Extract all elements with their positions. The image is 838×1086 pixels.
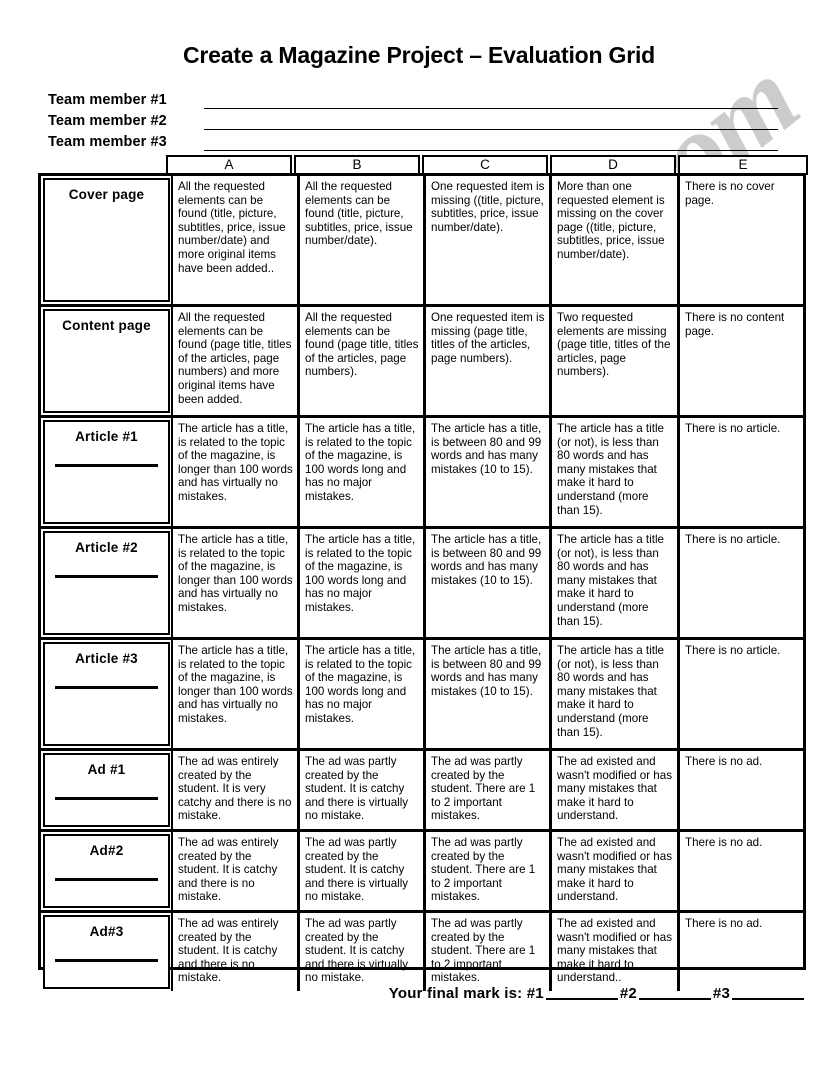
page-title: Create a Magazine Project – Evaluation G… [183,42,655,68]
grid-cell-d[interactable]: The ad existed and wasn't modified or ha… [550,913,678,991]
final-mark-label-1: #1 [526,985,544,1002]
grid-cell-b[interactable]: All the requested elements can be found … [298,176,424,304]
grid-cell-e[interactable]: There is no article. [678,640,803,748]
grid-cell-e[interactable]: There is no content page. [678,307,803,415]
grid-cell-d[interactable]: More than one requested element is missi… [550,176,678,304]
grid-column-headers: A B C D E [166,155,808,175]
team-member-label: Team member #3 [48,134,167,150]
grid-cell-e[interactable]: There is no ad. [678,832,803,910]
grid-cell-c[interactable]: One requested item is missing (page titl… [424,307,550,415]
grid-cell-a[interactable]: The ad was entirely created by the stude… [171,913,298,991]
grid-cell-a[interactable]: All the requested elements can be found … [171,176,298,304]
team-member-row: Team member #1 [48,88,778,109]
grid-row: Article #2 The article has a title, is re… [41,529,803,637]
grid-cell-b[interactable]: The ad was partly created by the student… [298,751,424,829]
grid-cell-b[interactable]: The article has a title, is related to t… [298,529,424,637]
grid-cell-c[interactable]: The article has a title, is between 80 a… [424,640,550,748]
team-member-row: Team member #3 [48,130,778,151]
grid-row-label-cell: Cover page [43,178,170,302]
grid-cell-a[interactable]: The ad was entirely created by the stude… [171,751,298,829]
final-mark-blank-2[interactable] [638,998,711,1000]
final-mark-blank-3[interactable] [732,998,804,1000]
grid-row: Content page All the requested elements c… [41,307,803,415]
grid-cell-c[interactable]: The ad was partly created by the student… [424,751,550,829]
grid-cell-d[interactable]: The article has a title (or not), is les… [550,418,678,526]
team-member-row: Team member #2 [48,109,778,130]
grid-row-write-in-line[interactable] [55,878,158,881]
grid-row: Ad#3 The ad was entirely created by the s… [41,913,803,991]
grid-row-write-in-line[interactable] [55,959,158,962]
grid-row-write-in-line[interactable] [55,797,158,800]
grid-row: Article #3 The article has a title, is re… [41,640,803,748]
grid-cell-e[interactable]: There is no cover page. [678,176,803,304]
grid-row-label: Article #3 [75,651,138,666]
final-mark-prefix: Your final mark is: [388,985,523,1002]
grid-cell-b[interactable]: The ad was partly created by the student… [298,913,424,991]
grid-row-label-cell: Article #3 [43,642,170,746]
grid-cell-d[interactable]: The article has a title (or not), is les… [550,529,678,637]
team-member-input-line[interactable] [204,114,778,130]
grid-row-label-cell: Ad#3 [43,915,170,989]
final-mark-line: Your final mark is: #1 #2 #3 [0,985,806,1002]
grid-cell-b[interactable]: The article has a title, is related to t… [298,640,424,748]
grid-cell-e[interactable]: There is no ad. [678,913,803,991]
grid-cell-d[interactable]: The ad existed and wasn't modified or ha… [550,832,678,910]
grid-cell-a[interactable]: The article has a title, is related to t… [171,640,298,748]
grid-cell-b[interactable]: All the requested elements can be found … [298,307,424,415]
grid-cell-b[interactable]: The article has a title, is related to t… [298,418,424,526]
grid-cell-e[interactable]: There is no article. [678,529,803,637]
grid-cell-a[interactable]: The article has a title, is related to t… [171,418,298,526]
column-header-e: E [678,155,808,175]
grid-row-label-cell: Ad #1 [43,753,170,827]
grid-row-write-in-line[interactable] [55,575,158,578]
final-mark-label-2: #2 [619,985,637,1002]
team-member-input-line[interactable] [204,93,778,109]
grid-row-write-in-line[interactable] [55,686,158,689]
grid-row-label: Article #2 [75,540,138,555]
grid-row-label-cell: Ad#2 [43,834,170,908]
team-member-input-line[interactable] [204,135,778,151]
grid-row: Cover page All the requested elements can… [41,176,803,304]
grid-cell-a[interactable]: All the requested elements can be found … [171,307,298,415]
grid-row-label: Ad#2 [89,843,124,858]
team-member-label: Team member #1 [48,92,167,108]
grid-row-label-cell: Article #2 [43,531,170,635]
grid-cell-d[interactable]: The ad existed and wasn't modified or ha… [550,751,678,829]
grid-cell-e[interactable]: There is no article. [678,418,803,526]
grid-cell-b[interactable]: The ad was partly created by the student… [298,832,424,910]
grid-cell-c[interactable]: The ad was partly created by the student… [424,832,550,910]
grid-cell-c[interactable]: The article has a title, is between 80 a… [424,418,550,526]
grid-cell-d[interactable]: Two requested elements are missing (page… [550,307,678,415]
grid-row-label: Content page [62,318,151,333]
column-header-c: C [422,155,548,175]
grid-row-label: Cover page [68,187,145,202]
grid-row-label: Article #1 [75,429,138,444]
team-member-block: Team member #1 Team member #2 Team membe… [48,88,778,151]
grid-row-label-cell: Article #1 [43,420,170,524]
grid-row-write-in-line[interactable] [55,464,158,467]
grid-cell-d[interactable]: The article has a title (or not), is les… [550,640,678,748]
grid-row: Ad#2 The ad was entirely created by the s… [41,832,803,910]
final-mark-blank-1[interactable] [545,998,618,1000]
grid-cell-e[interactable]: There is no ad. [678,751,803,829]
grid-row-label: Ad #1 [87,762,126,777]
grid-row-label-cell: Content page [43,309,170,413]
grid-cell-c[interactable]: The ad was partly created by the student… [424,913,550,991]
column-header-d: D [550,155,676,175]
column-header-b: B [294,155,420,175]
grid-row: Article #1 The article has a title, is re… [41,418,803,526]
grid-cell-c[interactable]: The article has a title, is between 80 a… [424,529,550,637]
grid-row-label: Ad#3 [89,924,124,939]
grid-cell-a[interactable]: The article has a title, is related to t… [171,529,298,637]
final-mark-label-3: #3 [712,985,730,1002]
grid-cell-a[interactable]: The ad was entirely created by the stude… [171,832,298,910]
evaluation-grid: Cover page All the requested elements can… [41,176,803,991]
grid-cell-c[interactable]: One requested item is missing ((title, p… [424,176,550,304]
grid-row: Ad #1 The ad was entirely created by the … [41,751,803,829]
column-header-a: A [166,155,292,175]
team-member-label: Team member #2 [48,113,167,129]
